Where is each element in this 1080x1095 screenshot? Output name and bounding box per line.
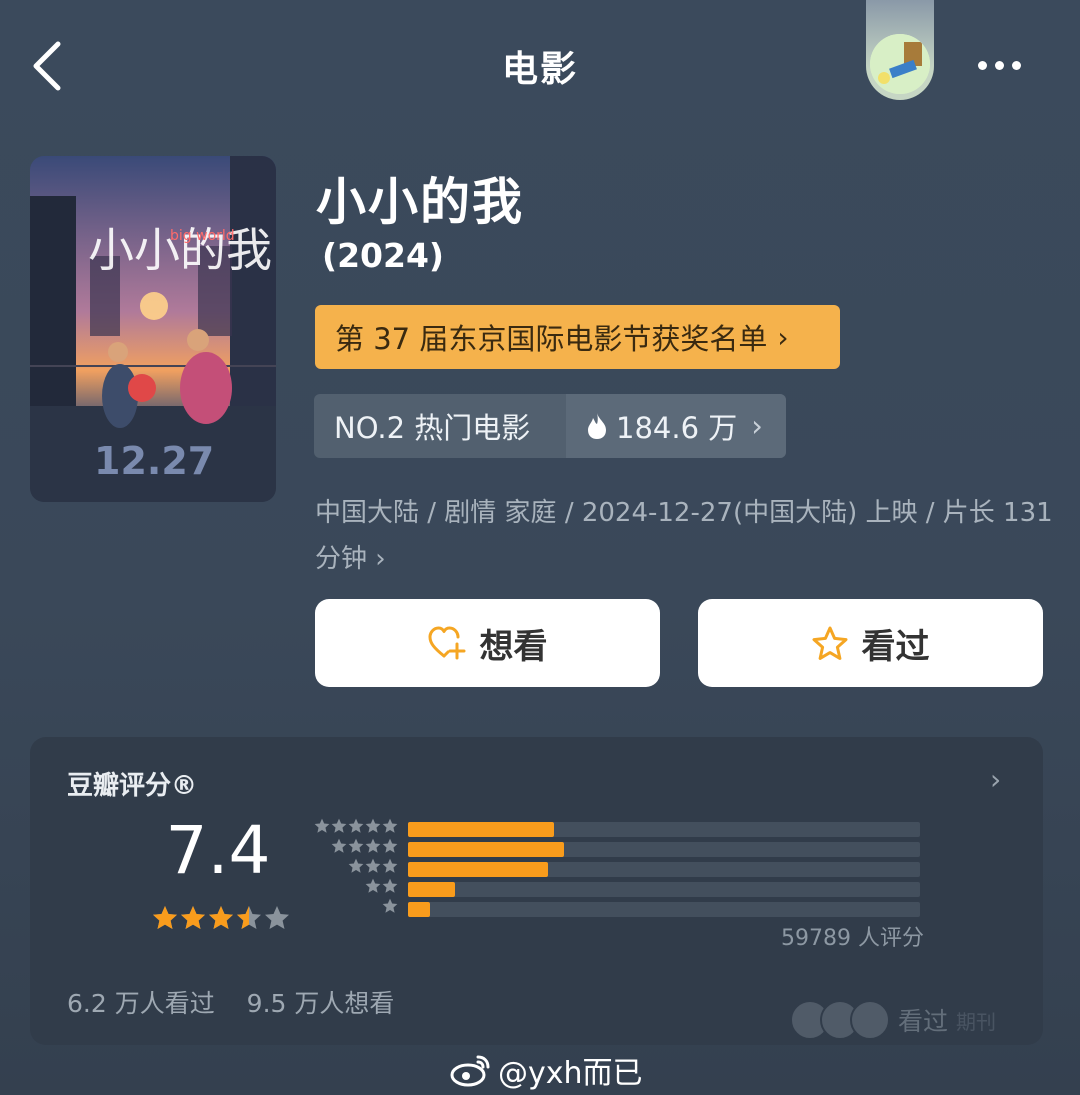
distribution-row-5-star (308, 818, 928, 838)
heat-indicator[interactable]: 184.6 万 › (566, 394, 786, 458)
want-count: 9.5 万人想看 (246, 989, 395, 1018)
small-star-icon (365, 858, 381, 873)
small-star-icon (348, 858, 364, 873)
poster-image: 小小的我 big world 12.27 (30, 156, 276, 502)
more-dot (995, 60, 1004, 70)
watched-button[interactable]: 看过 (698, 599, 1043, 687)
avatar-illustration-icon (870, 34, 930, 94)
movie-year: (2024) (322, 236, 445, 275)
small-star-icon (331, 818, 347, 833)
want-to-watch-button[interactable]: 想看 (315, 599, 660, 687)
small-star-icon (365, 838, 381, 853)
star-outline-icon (812, 626, 847, 660)
award-label: 第 37 届东京国际电影节获奖名单 (335, 322, 768, 356)
movie-title: 小小的我 (316, 173, 524, 231)
distribution-stars (314, 818, 398, 838)
chevron-right-icon: › (777, 320, 789, 354)
distribution-row-2-star (308, 878, 928, 898)
vote-count: 59789 人评分 (781, 926, 924, 951)
weibo-logo-icon (450, 1055, 490, 1087)
distribution-stars (382, 898, 398, 918)
distribution-bar (408, 882, 456, 897)
want-label: 想看 (479, 626, 548, 667)
ranking-box[interactable]: NO.2 热门电影 184.6 万 › (314, 394, 786, 458)
small-star-icon (382, 818, 398, 833)
rating-label: 豆瓣评分® (67, 771, 198, 801)
award-list-button[interactable]: 第 37 届东京国际电影节获奖名单 › (315, 305, 840, 369)
small-star-icon (348, 818, 364, 833)
chevron-right-icon[interactable]: › (990, 763, 1001, 796)
distribution-stars (365, 878, 398, 898)
distribution-bar (408, 902, 430, 917)
small-star-icon (314, 818, 330, 833)
movie-info-text: 中国大陆 / 剧情 家庭 / 2024-12-27(中国大陆) 上映 / 片长 … (315, 498, 1053, 574)
rating-score: 7.4 (165, 812, 271, 889)
poster-subtitle-text: big world (170, 228, 235, 244)
small-star-icon (365, 818, 381, 833)
watermark: @yxh而已 (450, 1048, 643, 1092)
small-star-icon (348, 838, 364, 853)
small-star-icon (382, 838, 398, 853)
small-star-icon (382, 878, 398, 893)
distribution-track (408, 842, 920, 857)
distribution-row-4-star (308, 838, 928, 858)
friends-label: 看过 (898, 1007, 949, 1036)
distribution-track (408, 862, 920, 877)
movie-poster[interactable]: 小小的我 big world 12.27 (30, 156, 276, 502)
chevron-right-icon: › (375, 544, 386, 574)
distribution-track (408, 822, 920, 837)
distribution-stars (348, 858, 398, 878)
distribution-bar (408, 822, 554, 837)
avatar[interactable] (870, 34, 930, 94)
distribution-track (408, 902, 920, 917)
more-button[interactable] (978, 56, 1034, 74)
watch-stats: 6.2 万人看过 9.5 万人想看 (67, 984, 394, 1020)
distribution-row-1-star (308, 898, 928, 918)
more-dot (978, 60, 987, 70)
distribution-bar (408, 842, 565, 857)
friends-sub: 期刊 (956, 1009, 997, 1034)
star-full-icon (181, 906, 205, 929)
more-dot (1012, 60, 1021, 70)
seen-label: 看过 (861, 626, 930, 667)
rank-label: NO.2 热门电影 (334, 411, 531, 445)
star-full-icon (209, 906, 233, 929)
heat-value: 184.6 万 (616, 411, 738, 445)
flame-icon (588, 413, 606, 439)
movie-info[interactable]: 中国大陆 / 剧情 家庭 / 2024-12-27(中国大陆) 上映 / 片长 … (315, 490, 1055, 582)
small-star-icon (382, 898, 398, 913)
small-star-icon (382, 858, 398, 873)
chevron-right-icon: › (751, 409, 763, 443)
small-star-icon (365, 878, 381, 893)
star-full-icon (153, 906, 177, 929)
heart-plus-icon (428, 626, 465, 660)
distribution-track (408, 882, 920, 897)
seen-count: 6.2 万人看过 (67, 989, 215, 1018)
friends-watched[interactable]: 看过 期刊 (790, 1000, 996, 1040)
distribution-stars (331, 838, 398, 858)
star-half-icon (237, 906, 261, 929)
friend-avatar (850, 1000, 890, 1040)
watermark-text: @yxh而已 (498, 1056, 643, 1091)
small-star-icon (331, 838, 347, 853)
distribution-row-3-star (308, 858, 928, 878)
distribution-bar (408, 862, 548, 877)
star-empty-icon (265, 906, 289, 929)
poster-date-text: 12.27 (94, 439, 214, 483)
score-stars (152, 905, 290, 931)
